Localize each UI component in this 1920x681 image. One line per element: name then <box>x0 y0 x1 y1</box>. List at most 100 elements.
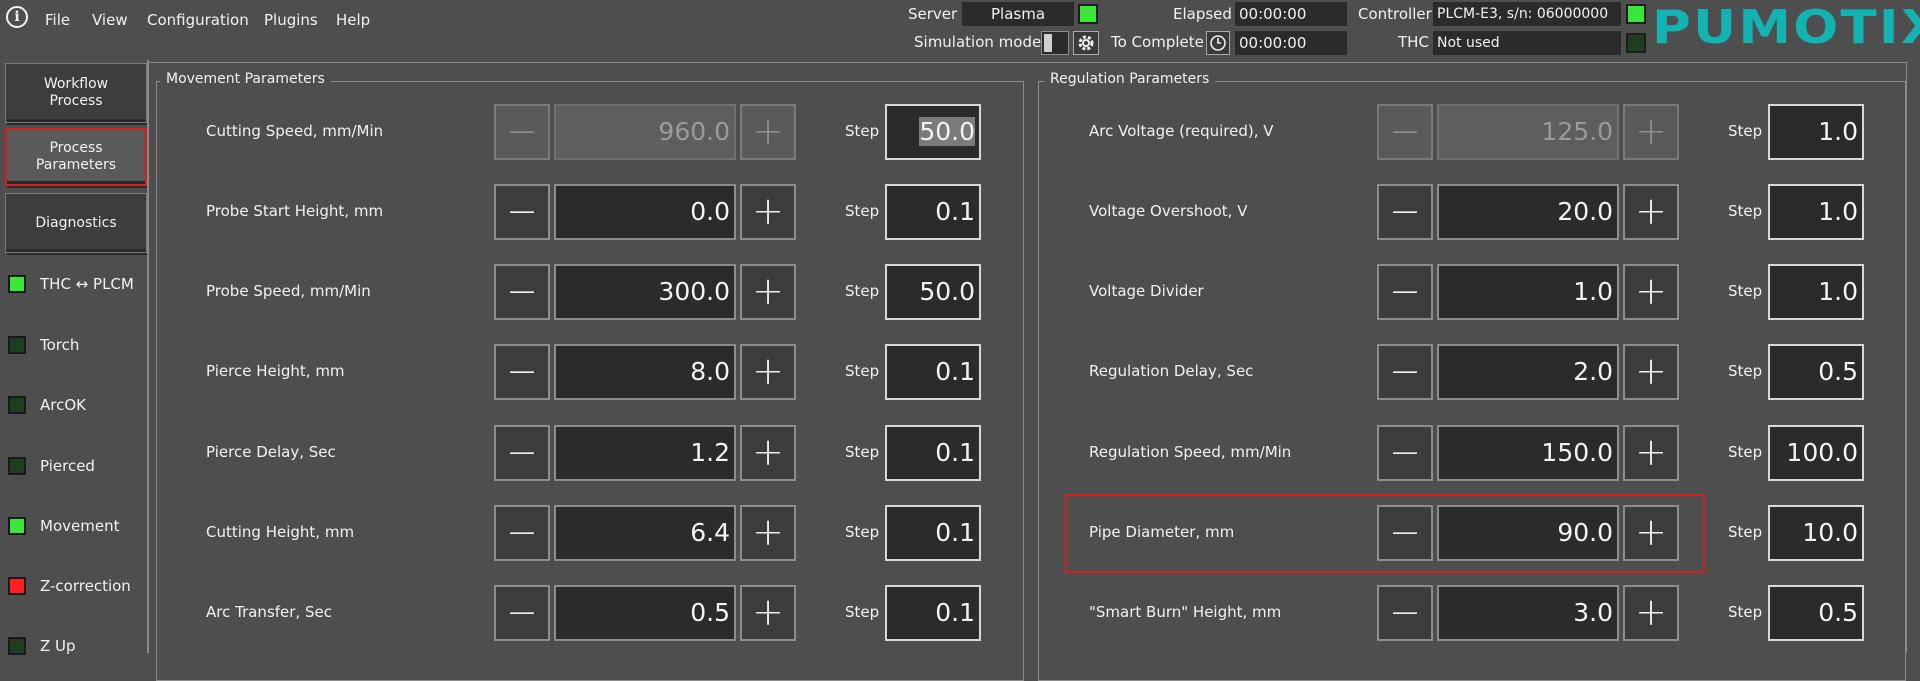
indicator-label: THC ↔ PLCM <box>40 275 134 293</box>
param-value-field[interactable]: 6.4 <box>554 505 736 561</box>
param-value-field[interactable]: 0.0 <box>554 184 736 240</box>
gear-icon[interactable] <box>1073 31 1099 55</box>
plus-icon[interactable]: + <box>1623 344 1679 400</box>
nav-label: Diagnostics <box>35 214 117 231</box>
elapsed-label: Elapsed <box>1173 5 1232 23</box>
minus-icon[interactable]: − <box>494 184 550 240</box>
brand-logo: PUMOTIX <box>1652 0 1920 54</box>
param-label: Pierce Delay, Sec <box>206 443 336 461</box>
param-value-field[interactable]: 300.0 <box>554 264 736 320</box>
param-label: Probe Speed, mm/Min <box>206 282 371 300</box>
minus-icon[interactable]: − <box>1377 264 1433 320</box>
plus-icon[interactable]: + <box>1623 425 1679 481</box>
minus-icon[interactable]: − <box>494 505 550 561</box>
simulation-mode-label: Simulation mode <box>914 33 1042 51</box>
plus-icon[interactable]: + <box>1623 184 1679 240</box>
step-field[interactable]: 0.1 <box>885 585 981 641</box>
param-value-field[interactable]: 1.2 <box>554 425 736 481</box>
nav-label: Process Parameters <box>35 140 117 173</box>
step-field[interactable]: 0.1 <box>885 184 981 240</box>
plus-icon[interactable]: + <box>1623 104 1679 160</box>
plus-icon[interactable]: + <box>740 184 796 240</box>
plus-icon[interactable]: + <box>740 264 796 320</box>
param-value-field[interactable]: 8.0 <box>554 344 736 400</box>
step-field[interactable]: 1.0 <box>1768 184 1864 240</box>
server-status-led <box>1078 4 1098 24</box>
minus-icon[interactable]: − <box>494 344 550 400</box>
step-field[interactable]: 0.5 <box>1768 585 1864 641</box>
controller-field[interactable]: PLCM-E3, s/n: 06000000 <box>1433 2 1621 26</box>
param-label: Voltage Overshoot, V <box>1089 202 1248 220</box>
plus-icon[interactable]: + <box>740 425 796 481</box>
param-value-field[interactable]: 2.0 <box>1437 344 1619 400</box>
nav-workflow-process[interactable]: Workflow Process <box>5 63 147 123</box>
plus-icon[interactable]: + <box>740 505 796 561</box>
step-field[interactable]: 0.5 <box>1768 344 1864 400</box>
plus-icon[interactable]: + <box>1623 264 1679 320</box>
minus-icon[interactable]: − <box>1377 344 1433 400</box>
minus-icon[interactable]: − <box>1377 184 1433 240</box>
z-correction-led <box>8 577 26 595</box>
minus-icon[interactable]: − <box>494 104 550 160</box>
minus-icon[interactable]: − <box>1377 104 1433 160</box>
param-value-field[interactable]: 20.0 <box>1437 184 1619 240</box>
param-value-field[interactable]: 960.0 <box>554 104 736 160</box>
nav-process-parameters[interactable]: Process Parameters <box>5 128 147 186</box>
server-field[interactable]: Plasma <box>962 2 1074 26</box>
step-field[interactable]: 100.0 <box>1768 425 1864 481</box>
minus-icon[interactable]: − <box>1377 585 1433 641</box>
step-label: Step <box>1728 122 1763 140</box>
step-field[interactable]: 10.0 <box>1768 505 1864 561</box>
info-icon[interactable]: i <box>6 6 28 28</box>
menu-configuration[interactable]: Configuration <box>147 11 249 29</box>
param-value-field[interactable]: 125.0 <box>1437 104 1619 160</box>
torch-led <box>8 336 26 354</box>
indicator-label: Torch <box>40 336 80 354</box>
nav-diagnostics[interactable]: Diagnostics <box>5 193 147 253</box>
menu-plugins[interactable]: Plugins <box>264 11 318 29</box>
toggle-knob <box>1044 34 1052 52</box>
plus-icon[interactable]: + <box>1623 585 1679 641</box>
param-label: Regulation Speed, mm/Min <box>1089 443 1292 461</box>
step-field[interactable]: 1.0 <box>1768 264 1864 320</box>
regulation-panel-title: Regulation Parameters <box>1044 71 1216 87</box>
menu-view[interactable]: View <box>92 11 128 29</box>
menu-help[interactable]: Help <box>336 11 370 29</box>
minus-icon[interactable]: − <box>1377 425 1433 481</box>
step-field[interactable]: 0.1 <box>885 344 981 400</box>
param-label: Regulation Delay, Sec <box>1089 362 1254 380</box>
minus-icon[interactable]: − <box>494 264 550 320</box>
step-field[interactable]: 1.0 <box>1768 104 1864 160</box>
clock-icon[interactable] <box>1206 31 1230 55</box>
controller-status-led <box>1626 4 1646 24</box>
step-label: Step <box>845 122 880 140</box>
step-field[interactable]: 50.0 <box>885 264 981 320</box>
plus-icon[interactable]: + <box>740 585 796 641</box>
minus-icon[interactable]: − <box>494 425 550 481</box>
param-value-field[interactable]: 150.0 <box>1437 425 1619 481</box>
menu-file[interactable]: File <box>45 11 70 29</box>
step-label: Step <box>845 603 880 621</box>
pierced-led <box>8 457 26 475</box>
param-value-field[interactable]: 1.0 <box>1437 264 1619 320</box>
step-label: Step <box>1728 362 1763 380</box>
param-value-field[interactable]: 3.0 <box>1437 585 1619 641</box>
step-field[interactable]: 0.1 <box>885 425 981 481</box>
step-field[interactable]: 50.0 <box>885 104 981 160</box>
plus-icon[interactable]: + <box>740 104 796 160</box>
step-label: Step <box>1728 443 1763 461</box>
step-field[interactable]: 0.1 <box>885 505 981 561</box>
simulation-toggle[interactable] <box>1041 31 1069 55</box>
thc-field[interactable]: Not used <box>1433 31 1621 55</box>
indicator-label: Pierced <box>40 457 95 475</box>
plus-icon[interactable]: + <box>740 344 796 400</box>
param-label: Probe Start Height, mm <box>206 202 384 220</box>
indicator-label: Z-correction <box>40 577 131 595</box>
param-value-field[interactable]: 0.5 <box>554 585 736 641</box>
minus-icon[interactable]: − <box>494 585 550 641</box>
step-label: Step <box>1728 603 1763 621</box>
elapsed-field: 00:00:00 <box>1235 2 1347 26</box>
param-label: Cutting Speed, mm/Min <box>206 122 384 140</box>
indicator-label: Movement <box>40 517 120 535</box>
movement-panel-title: Movement Parameters <box>160 71 331 87</box>
